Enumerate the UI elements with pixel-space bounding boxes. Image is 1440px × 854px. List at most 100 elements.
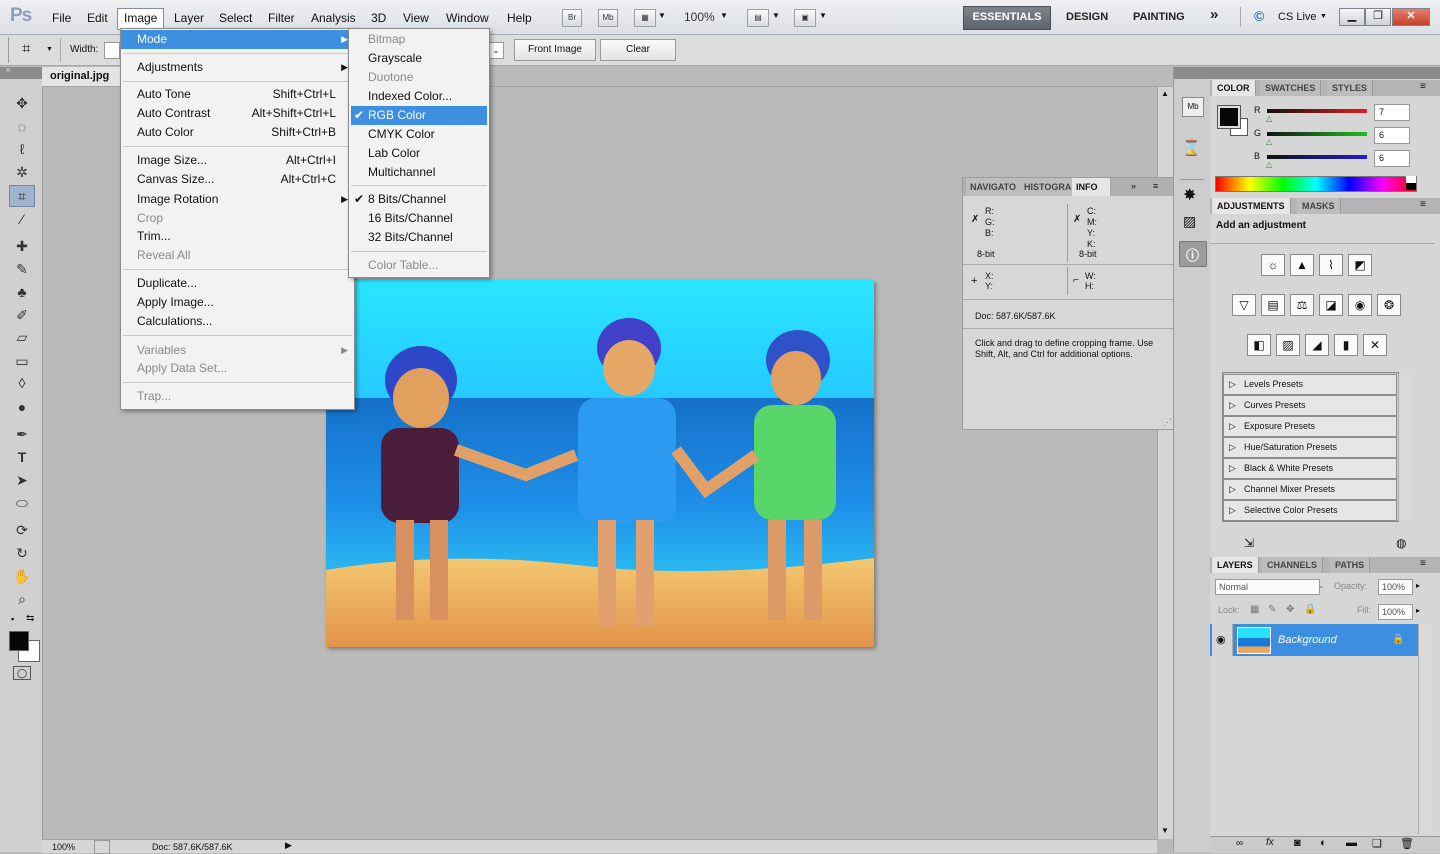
mode-item-cmyk-color[interactable]: CMYK Color: [349, 125, 489, 144]
threshold-icon[interactable]: ◢: [1305, 334, 1329, 356]
menu-item-adjustments[interactable]: Adjustments ▶: [121, 58, 354, 77]
presets-scrollbar[interactable]: [1398, 374, 1411, 520]
image-canvas[interactable]: [326, 280, 874, 647]
channel-r-field[interactable]: 7: [1374, 104, 1410, 121]
more-workspaces-icon[interactable]: »: [1210, 5, 1218, 25]
menu-item-image-size[interactable]: Image Size... Alt+Ctrl+I: [121, 151, 354, 170]
panel-menu-icon[interactable]: ≡: [1420, 199, 1426, 210]
dodge-tool-icon[interactable]: ●: [10, 397, 34, 417]
menu-window[interactable]: Window: [440, 8, 495, 28]
tab-paths[interactable]: PATHS: [1330, 557, 1371, 573]
mode-item-grayscale[interactable]: Grayscale: [349, 49, 489, 68]
pen-tool-icon[interactable]: ✒: [10, 424, 34, 444]
quick-mask-icon[interactable]: ◯: [13, 666, 31, 680]
history-panel-icon[interactable]: ⌛: [1182, 139, 1201, 157]
expand-view-icon[interactable]: ⇲: [1244, 536, 1254, 550]
mini-bridge-button[interactable]: Mb: [598, 9, 618, 27]
lasso-tool-icon[interactable]: ℓ: [10, 139, 34, 159]
tab-channels[interactable]: CHANNELS: [1262, 557, 1324, 573]
levels-icon[interactable]: ▲: [1290, 254, 1314, 276]
color-balance-icon[interactable]: ⚖: [1290, 294, 1314, 316]
crop-tool-icon[interactable]: ⌗: [9, 185, 35, 207]
menu-select[interactable]: Select: [213, 8, 258, 28]
tab-info[interactable]: INFO: [1072, 178, 1111, 196]
swap-colors-icon[interactable]: ⇆: [26, 613, 34, 624]
ellipse-tool-icon[interactable]: ⬭: [10, 493, 34, 513]
layer-visibility-cell[interactable]: ◉: [1212, 624, 1233, 656]
front-image-button[interactable]: Front Image: [514, 39, 596, 61]
clone-stamp-tool-icon[interactable]: ♣: [10, 282, 34, 302]
layer-style-icon[interactable]: fx: [1266, 837, 1274, 848]
brush-tool-icon[interactable]: ✎: [10, 259, 34, 279]
mode-item-16-bits[interactable]: 16 Bits/Channel: [349, 209, 489, 228]
tools-panel-header[interactable]: »: [0, 65, 42, 79]
tab-histogram[interactable]: HISTOGRA: [1020, 178, 1077, 196]
menu-item-apply-image[interactable]: Apply Image...: [121, 293, 354, 312]
chevron-down-icon[interactable]: ⌄: [1318, 581, 1325, 590]
preset-levels[interactable]: ▷ Levels Presets: [1223, 374, 1397, 395]
status-zoom[interactable]: 100%: [52, 842, 75, 852]
new-adjustment-layer-icon[interactable]: ◐: [1320, 837, 1327, 849]
panels-header[interactable]: [1210, 67, 1440, 79]
photo-filter-icon[interactable]: ◉: [1348, 294, 1372, 316]
blend-mode-select[interactable]: Normal: [1215, 579, 1320, 595]
tab-masks[interactable]: MASKS: [1297, 198, 1341, 214]
selective-color-icon[interactable]: ✕: [1363, 334, 1387, 356]
black-white-swatch[interactable]: [1406, 176, 1416, 190]
zoom-tool-icon[interactable]: ⌕: [10, 589, 34, 609]
black-white-icon[interactable]: ◪: [1319, 294, 1343, 316]
menu-filter[interactable]: Filter: [262, 8, 301, 28]
menu-item-image-rotation[interactable]: Image Rotation ▶: [121, 190, 354, 209]
default-colors-icon[interactable]: ▪: [11, 614, 14, 624]
mode-item-rgb-color[interactable]: ✔ RGB Color: [351, 106, 487, 125]
restore-button[interactable]: ❐: [1365, 8, 1391, 26]
tab-swatches[interactable]: SWATCHES: [1260, 80, 1322, 96]
channel-mixer-icon[interactable]: ❂: [1377, 294, 1401, 316]
menu-item-calculations[interactable]: Calculations...: [121, 312, 354, 331]
channel-g-field[interactable]: 6: [1374, 127, 1410, 144]
slider-thumb-icon[interactable]: △: [1266, 160, 1272, 169]
mode-item-32-bits[interactable]: 32 Bits/Channel: [349, 228, 489, 247]
tab-navigator[interactable]: NAVIGATO: [966, 178, 1022, 196]
brightness-contrast-icon[interactable]: ☼: [1261, 254, 1285, 276]
curves-icon[interactable]: ⌇: [1319, 254, 1343, 276]
menu-item-trim[interactable]: Trim...: [121, 227, 354, 246]
exposure-icon[interactable]: ◩: [1348, 254, 1372, 276]
crop-tool-preset-icon[interactable]: ⌗: [22, 40, 30, 57]
mode-item-indexed-color[interactable]: Indexed Color...: [349, 87, 489, 106]
mode-item-multichannel[interactable]: Multichannel: [349, 163, 489, 182]
opacity-field[interactable]: 100%: [1378, 579, 1413, 595]
collapse-icon[interactable]: »: [1131, 181, 1136, 191]
icon-strip-header[interactable]: [1174, 67, 1210, 79]
gradient-map-icon[interactable]: ▮: [1334, 334, 1358, 356]
preset-selective-color[interactable]: ▷ Selective Color Presets: [1223, 500, 1397, 521]
fill-arrow-icon[interactable]: ▸: [1416, 606, 1420, 615]
menu-item-auto-tone[interactable]: Auto Tone Shift+Ctrl+L: [121, 85, 354, 104]
layer-name[interactable]: Background: [1278, 634, 1337, 646]
blur-tool-icon[interactable]: ◊: [10, 373, 34, 393]
channel-b-field[interactable]: 6: [1374, 150, 1410, 167]
workspace-design[interactable]: DESIGN: [1066, 7, 1108, 27]
arrange-documents-button[interactable]: ▤: [747, 9, 769, 27]
menu-file[interactable]: File: [46, 8, 77, 28]
foreground-color-swatch[interactable]: [9, 631, 29, 651]
fill-field[interactable]: 100%: [1378, 604, 1413, 620]
opacity-arrow-icon[interactable]: ▸: [1416, 581, 1420, 590]
navigator-icon[interactable]: ▨: [1183, 213, 1196, 230]
lock-pixels-icon[interactable]: ✎: [1268, 604, 1276, 615]
chevron-down-icon[interactable]: ▼: [46, 46, 53, 53]
3d-orbit-tool-icon[interactable]: ↻: [10, 543, 34, 563]
panel-menu-icon[interactable]: ≡: [1420, 81, 1426, 92]
channel-r-slider[interactable]: [1267, 109, 1367, 113]
bridge-button[interactable]: Br: [562, 9, 582, 27]
menu-item-auto-contrast[interactable]: Auto Contrast Alt+Shift+Ctrl+L: [121, 104, 354, 123]
cs-live-menu[interactable]: CS Live: [1278, 11, 1317, 23]
menu-edit[interactable]: Edit: [81, 8, 114, 28]
preset-channel-mixer[interactable]: ▷ Channel Mixer Presets: [1223, 479, 1397, 500]
status-menu-arrow-icon[interactable]: ▶: [285, 840, 292, 851]
tab-adjustments[interactable]: ADJUSTMENTS: [1212, 198, 1291, 214]
scroll-up-icon[interactable]: ▲: [1161, 89, 1169, 98]
color-fg-swatch[interactable]: [1217, 105, 1241, 129]
hue-saturation-icon[interactable]: ▤: [1261, 294, 1285, 316]
channel-b-slider[interactable]: [1267, 155, 1367, 159]
